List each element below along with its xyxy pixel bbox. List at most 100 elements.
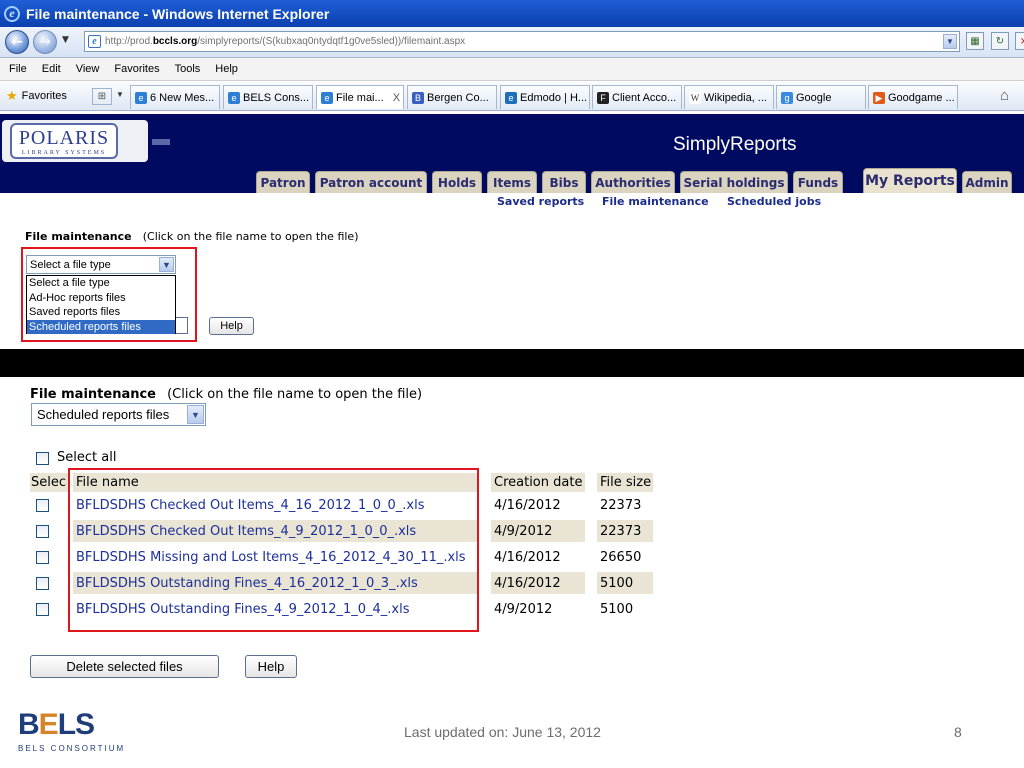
menu-favorites[interactable]: Favorites	[114, 63, 159, 75]
favorites-label: Favorites	[21, 90, 67, 102]
bergen-icon: B	[412, 91, 424, 104]
delete-selected-files-button[interactable]: Delete selected files	[30, 655, 219, 678]
forward-icon[interactable]: →	[33, 30, 57, 54]
tab-client-account[interactable]: F Client Acco...	[592, 85, 682, 109]
file-size: 5100	[600, 576, 634, 591]
tab-bar: ★ Favorites ⊞ ▼ e 6 New Mes... e BELS Co…	[0, 81, 1024, 111]
subnav-saved-reports[interactable]: Saved reports	[497, 195, 584, 208]
upper-hint: (Click on the file name to open the file…	[142, 230, 359, 243]
highlight-box-file-list	[68, 468, 479, 632]
creation-date: 4/16/2012	[494, 550, 561, 565]
ie-icon: e	[228, 91, 240, 104]
column-header-file-size[interactable]: File size	[600, 475, 651, 490]
url-path: /simplyreports/(S(kubxaq0ntydqtf1g0ve5sl…	[197, 36, 466, 47]
tab-patron[interactable]: Patron	[256, 171, 310, 193]
tab-my-reports[interactable]: My Reports	[863, 168, 957, 193]
tab-goodgame[interactable]: ▶ Goodgame ...	[868, 85, 958, 109]
file-size: 26650	[600, 550, 642, 565]
polaris-logo: POLARIS LIBRARY SYSTEMS	[10, 123, 118, 159]
page-icon: e	[88, 35, 101, 48]
bels-logo: B E LS BELS CONSORTIUM	[18, 708, 126, 753]
tab-file-maintenance[interactable]: e File mai... X	[316, 85, 404, 109]
stop-icon[interactable]: ×	[1015, 32, 1024, 50]
menu-tools[interactable]: Tools	[175, 63, 201, 75]
url-prefix: http://prod.	[105, 36, 153, 47]
ie-logo-icon: e	[4, 5, 20, 22]
tab-bergen[interactable]: B Bergen Co...	[407, 85, 497, 109]
address-toolbar: ← → ▼ e http://prod. bccls.org/simplyrepo…	[0, 27, 1024, 58]
tab-funds[interactable]: Funds	[793, 171, 843, 193]
tab-new-messages[interactable]: e 6 New Mes...	[130, 85, 220, 109]
window-title-bar: e File maintenance - Windows Internet Ex…	[0, 0, 1024, 27]
favorites-button[interactable]: ★ Favorites	[6, 88, 67, 104]
url-domain: bccls.org	[152, 36, 198, 47]
tab-bels-cons[interactable]: e BELS Cons...	[223, 85, 313, 109]
compatibility-icon[interactable]: ▦	[966, 32, 984, 50]
select-all-label: Select all	[57, 450, 117, 465]
tab-serial-holdings[interactable]: Serial holdings	[680, 171, 788, 193]
tab-list-dropdown-icon[interactable]: ▼	[116, 90, 124, 99]
row-checkbox[interactable]	[36, 551, 49, 564]
menu-help[interactable]: Help	[215, 63, 238, 75]
address-dropdown-icon[interactable]: ▼	[943, 34, 957, 49]
tab-bibs[interactable]: Bibs	[542, 171, 586, 193]
highlight-box-dropdown	[21, 247, 197, 342]
lower-file-type-select[interactable]: Scheduled reports files ▼	[31, 403, 206, 426]
creation-date: 4/16/2012	[494, 498, 561, 513]
app-header: POLARIS LIBRARY SYSTEMS SimplyReports Pa…	[0, 114, 1024, 210]
chevron-down-icon[interactable]: ▼	[187, 405, 204, 424]
column-header-creation-date[interactable]: Creation date	[494, 475, 582, 490]
menu-view[interactable]: View	[76, 63, 100, 75]
row-checkbox[interactable]	[36, 603, 49, 616]
creation-date: 4/16/2012	[494, 576, 561, 591]
lower-help-button[interactable]: Help	[245, 655, 297, 678]
goodgame-icon: ▶	[873, 91, 885, 104]
menu-edit[interactable]: Edit	[42, 63, 61, 75]
file-size: 22373	[600, 524, 642, 539]
creation-date: 4/9/2012	[494, 602, 553, 617]
select-all-checkbox[interactable]	[36, 452, 49, 465]
ie-icon: e	[321, 91, 333, 104]
address-bar[interactable]: e http://prod. bccls.org/simplyreports/(S…	[84, 31, 960, 52]
tab-holds[interactable]: Holds	[432, 171, 482, 193]
upper-help-button[interactable]: Help	[209, 317, 254, 335]
window-title: File maintenance - Windows Internet Expl…	[26, 5, 330, 22]
subnav-file-maintenance[interactable]: File maintenance	[602, 195, 709, 208]
tab-wikipedia[interactable]: W Wikipedia, ...	[684, 85, 774, 109]
row-checkbox[interactable]	[36, 499, 49, 512]
column-header-select: Selec	[31, 475, 67, 490]
tab-google[interactable]: g Google	[776, 85, 866, 109]
back-icon[interactable]: ←	[5, 30, 29, 54]
refresh-icon[interactable]: ↻	[991, 32, 1009, 50]
tab-close-icon[interactable]: X	[393, 92, 400, 104]
slide-number: 8	[954, 724, 962, 740]
menu-file[interactable]: File	[9, 63, 27, 75]
tab-items[interactable]: Items	[487, 171, 537, 193]
home-icon[interactable]: ⌂	[1000, 87, 1009, 104]
row-checkbox[interactable]	[36, 525, 49, 538]
subnav-scheduled-jobs[interactable]: Scheduled jobs	[727, 195, 821, 208]
creation-date: 4/9/2012	[494, 524, 553, 539]
tab-authorities[interactable]: Authorities	[591, 171, 675, 193]
history-dropdown-icon[interactable]: ▼	[62, 35, 69, 45]
edmodo-icon: e	[505, 91, 517, 104]
upper-panel-heading: File maintenance (Click on the file name…	[25, 225, 359, 244]
tab-admin[interactable]: Admin	[962, 171, 1012, 193]
star-icon: ★	[6, 88, 18, 103]
lower-panel-heading: File maintenance (Click on the file name…	[30, 383, 422, 402]
wikipedia-icon: W	[689, 91, 701, 104]
app-title: SimplyReports	[673, 134, 797, 155]
tab-patron-account[interactable]: Patron account	[315, 171, 427, 193]
lower-hint: (Click on the file name to open the file…	[167, 387, 423, 402]
row-checkbox[interactable]	[36, 577, 49, 590]
menu-bar: File Edit View Favorites Tools Help	[0, 58, 1024, 81]
tab-edmodo[interactable]: e Edmodo | H...	[500, 85, 590, 109]
quick-tabs-icon[interactable]: ⊞	[92, 88, 112, 105]
google-icon: g	[781, 91, 793, 104]
lower-title: File maintenance	[30, 387, 157, 402]
last-updated-text: Last updated on: June 13, 2012	[404, 724, 601, 740]
file-size: 5100	[600, 602, 634, 617]
divider-bar	[0, 349, 1024, 377]
fax-icon: F	[597, 91, 609, 104]
file-size: 22373	[600, 498, 642, 513]
